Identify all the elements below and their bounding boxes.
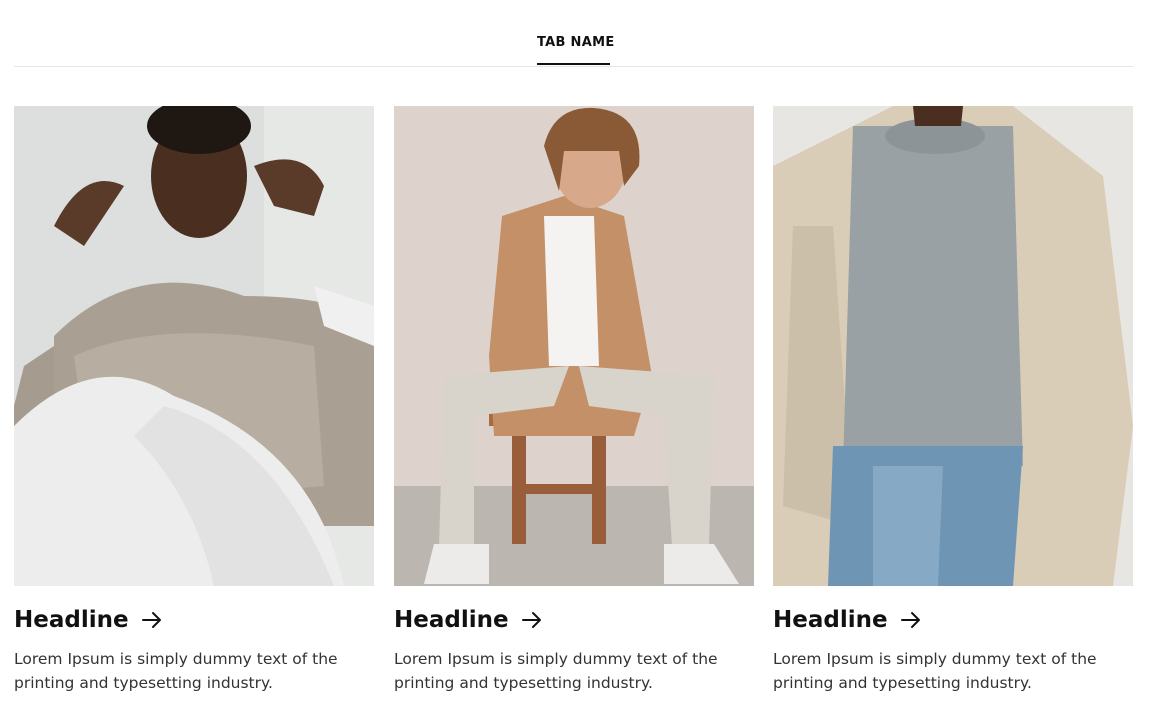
- headline-link[interactable]: Headline: [14, 604, 374, 636]
- headline-link[interactable]: Headline: [773, 604, 1133, 636]
- card-description: Lorem Ipsum is simply dummy text of the …: [394, 650, 718, 692]
- card: Headline Lorem Ipsum is simply dummy tex…: [773, 106, 1133, 695]
- card: Headline Lorem Ipsum is simply dummy tex…: [394, 106, 754, 695]
- card-headline: Headline: [14, 607, 129, 633]
- card-headline: Headline: [394, 607, 509, 633]
- card: Headline Lorem Ipsum is simply dummy tex…: [14, 106, 374, 695]
- tab-tab-name[interactable]: TAB NAME: [537, 34, 614, 65]
- arrow-right-icon: [141, 612, 161, 628]
- card-description: Lorem Ipsum is simply dummy text of the …: [773, 650, 1097, 692]
- card-image[interactable]: [394, 106, 754, 586]
- arrow-right-icon: [521, 612, 541, 628]
- headline-link[interactable]: Headline: [394, 604, 754, 636]
- arrow-right-icon: [900, 612, 920, 628]
- card-headline: Headline: [773, 607, 888, 633]
- card-image[interactable]: [14, 106, 374, 586]
- card-image[interactable]: [773, 106, 1133, 586]
- card-description: Lorem Ipsum is simply dummy text of the …: [14, 650, 338, 692]
- tab-bar: TAB NAME: [14, 0, 1133, 67]
